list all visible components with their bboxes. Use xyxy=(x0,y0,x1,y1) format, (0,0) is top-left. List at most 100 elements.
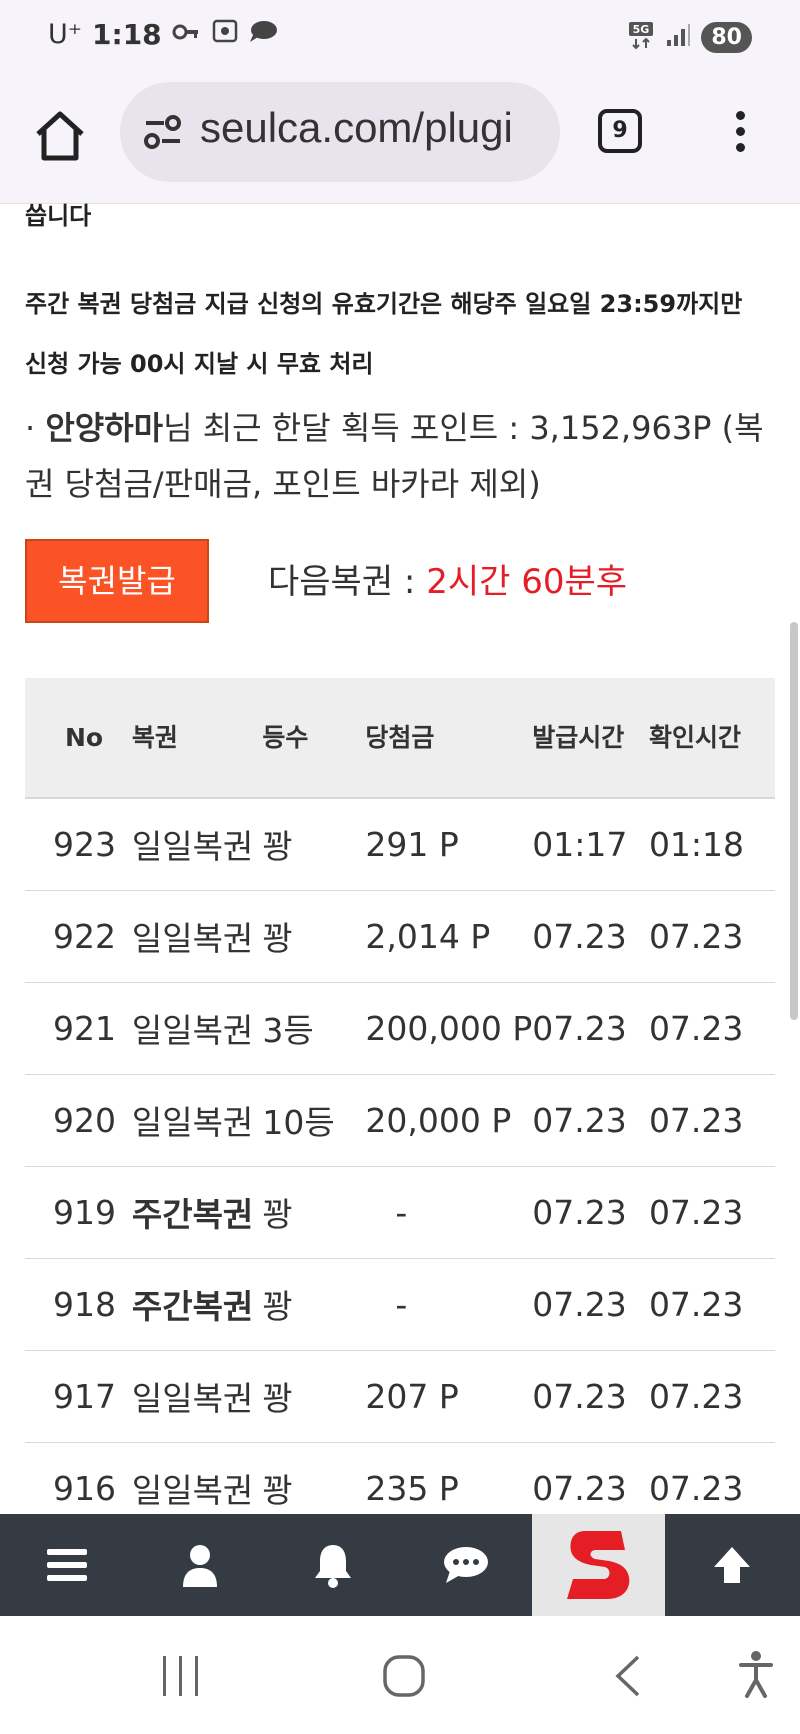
cell-lottery: 주간복권 xyxy=(131,1258,263,1351)
cell-no: 917 xyxy=(25,1350,132,1443)
cell-prize: 291 P xyxy=(365,798,533,891)
next-lottery-label: 다음복권 : xyxy=(268,562,427,602)
address-bar[interactable]: seulca.com/plugi xyxy=(120,82,560,182)
notice-line: 주간 복권 당첨금 지급 신청의 유효기간은 해당주 일요일 23:59까지만 xyxy=(25,290,743,318)
table-row: 920 일일복권 10등 20,000 P 07.23 07.23 xyxy=(25,1074,775,1167)
clipped-text: 씁니다 xyxy=(25,202,92,230)
svg-text:5G: 5G xyxy=(633,23,650,36)
weekly-notice: 주간 복권 당첨금 지급 신청의 유효기간은 해당주 일요일 23:59까지만 … xyxy=(25,274,785,394)
next-lottery-timer: 다음복권 : 2시간 60분후 xyxy=(268,554,627,603)
cell-lottery: 일일복권 xyxy=(131,982,263,1075)
site-settings-icon xyxy=(144,115,181,149)
cell-lottery: 일일복권 xyxy=(131,1350,263,1443)
issue-lottery-button[interactable]: 복권발급 xyxy=(25,539,209,623)
cell-no: 918 xyxy=(25,1258,132,1351)
cell-lottery: 일일복권 xyxy=(131,890,263,983)
cell-rank: 꽝 xyxy=(262,1258,366,1351)
cell-prize: 2,014 P xyxy=(365,890,533,983)
arrow-up-icon xyxy=(713,1547,750,1583)
dot-icon xyxy=(735,143,745,152)
cell-lottery: 일일복권 xyxy=(131,798,263,891)
page-scrollbar[interactable] xyxy=(790,622,798,1020)
back-button[interactable] xyxy=(612,1654,642,1702)
bullet: · xyxy=(25,409,36,447)
cell-no: 921 xyxy=(25,982,132,1075)
key-icon xyxy=(172,19,202,50)
header-prize: 당첨금 xyxy=(365,678,533,798)
system-navigation-bar xyxy=(0,1616,800,1734)
cell-rank: 꽝 xyxy=(262,1166,366,1259)
cell-checked-time: 07.23 xyxy=(648,1258,775,1351)
site-bottom-nav: S xyxy=(0,1514,800,1616)
header-rank: 등수 xyxy=(262,678,366,798)
user-icon xyxy=(182,1545,217,1587)
cell-prize: 207 P xyxy=(365,1350,533,1443)
chat-icon xyxy=(443,1547,488,1583)
dot-icon xyxy=(735,111,745,120)
table-row: 919 주간복권 꽝 -07.23 07.23 xyxy=(25,1166,775,1259)
menu-button[interactable] xyxy=(0,1514,133,1616)
table-row: 923 일일복권 꽝 291 P 01:17 01:18 xyxy=(25,798,775,891)
cell-checked-time: 01:18 xyxy=(648,798,775,891)
screenshot-icon xyxy=(212,19,238,50)
cell-rank: 꽝 xyxy=(262,1350,366,1443)
home-system-button[interactable] xyxy=(382,1654,426,1702)
status-right: 5G 80 xyxy=(627,20,752,54)
home-button[interactable] xyxy=(30,106,94,170)
accessibility-icon xyxy=(739,1651,773,1698)
cell-checked-time: 07.23 xyxy=(648,1074,775,1167)
cell-no: 920 xyxy=(25,1074,132,1167)
cell-prize: - xyxy=(365,1258,533,1351)
scroll-top-button[interactable] xyxy=(665,1514,798,1616)
table-row: 918 주간복권 꽝 -07.23 07.23 xyxy=(25,1258,775,1351)
cell-rank: 3등 xyxy=(262,982,366,1075)
cell-issued-time: 07.23 xyxy=(532,982,649,1075)
cell-prize: - xyxy=(365,1166,533,1259)
profile-button[interactable] xyxy=(133,1514,266,1616)
cell-no: 923 xyxy=(25,798,132,891)
accessibility-button[interactable] xyxy=(738,1650,774,1702)
cell-checked-time: 07.23 xyxy=(648,1350,775,1443)
cell-prize: 200,000 P xyxy=(365,982,533,1075)
bell-icon xyxy=(314,1545,351,1588)
status-left: U⁺ 1:18 xyxy=(48,18,278,51)
status-bar: U⁺ 1:18 5G 80 xyxy=(0,0,800,76)
table-row: 917 일일복권 꽝 207 P 07.23 07.23 xyxy=(25,1350,775,1443)
chat-button[interactable] xyxy=(399,1514,532,1616)
battery-indicator: 80 xyxy=(701,21,752,53)
home-circle-icon xyxy=(383,1655,425,1697)
points-summary: · 안양하마님 최근 한달 획득 포인트 : 3,152,963P (복권 당첨… xyxy=(25,400,785,512)
signal-icon xyxy=(665,22,691,52)
user-nickname: 안양하마 xyxy=(45,409,164,447)
site-logo-button[interactable]: S xyxy=(532,1514,665,1616)
notifications-button[interactable] xyxy=(266,1514,399,1616)
table-header-row: No 복권 등수 당첨금 발급시간 확인시간 xyxy=(25,678,775,798)
home-icon xyxy=(36,111,84,161)
more-menu-button[interactable] xyxy=(725,106,755,156)
cell-issued-time: 07.23 xyxy=(532,890,649,983)
carrier-label: U⁺ xyxy=(48,19,83,50)
cell-checked-time: 07.23 xyxy=(648,982,775,1075)
table-row: 922 일일복권 꽝 2,014 P 07.23 07.23 xyxy=(25,890,775,983)
url-text: seulca.com/plugi xyxy=(200,104,513,151)
browser-toolbar: seulca.com/plugi 9 xyxy=(0,76,800,204)
5g-icon: 5G xyxy=(627,20,655,54)
cloud-chat-icon xyxy=(248,19,278,50)
site-logo-icon: S xyxy=(566,1531,629,1599)
table-row: 921 일일복권 3등 200,000 P 07.23 07.23 xyxy=(25,982,775,1075)
cell-no: 922 xyxy=(25,890,132,983)
header-lottery: 복권 xyxy=(131,678,263,798)
cell-issued-time: 07.23 xyxy=(532,1350,649,1443)
lottery-history-table: No 복권 등수 당첨금 발급시간 확인시간 923 일일복권 꽝 291 P 01:1… xyxy=(25,678,775,1535)
menu-icon xyxy=(46,1549,87,1581)
cell-issued-time: 07.23 xyxy=(532,1166,649,1259)
recent-apps-button[interactable] xyxy=(160,1654,202,1702)
recent-apps-icon xyxy=(163,1656,198,1696)
cell-rank: 10등 xyxy=(262,1074,366,1167)
cell-issued-time: 01:17 xyxy=(532,798,649,891)
tab-switcher-button[interactable]: 9 xyxy=(598,109,642,153)
clock: 1:18 xyxy=(92,18,162,51)
cell-checked-time: 07.23 xyxy=(648,890,775,983)
cell-issued-time: 07.23 xyxy=(532,1074,649,1167)
header-no: No xyxy=(25,678,132,798)
